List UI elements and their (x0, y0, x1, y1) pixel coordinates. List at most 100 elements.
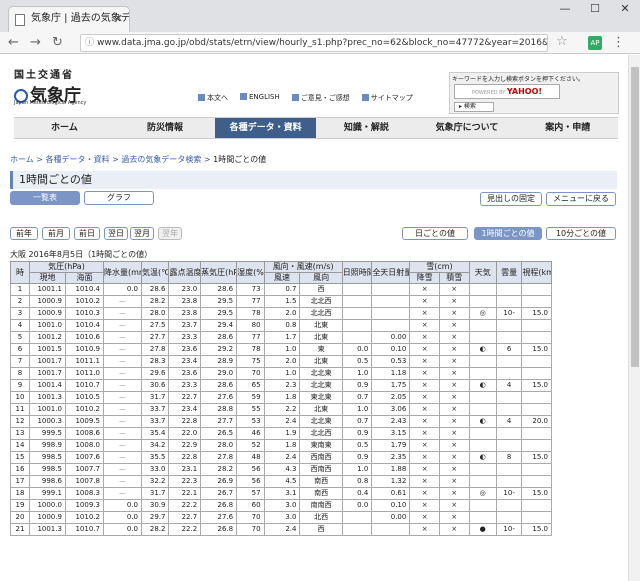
table-cell: × (409, 283, 440, 296)
search-input[interactable]: POWERED BY YAHOO! (454, 84, 560, 99)
table-cell: 15.0 (521, 487, 552, 500)
tab-close-icon[interactable]: ✕ (114, 7, 123, 31)
th-weather: 天気 (468, 261, 497, 284)
table-cell: 15.0 (521, 343, 552, 356)
crumb-home[interactable]: ホーム (10, 155, 34, 164)
table-cell: 77 (236, 295, 265, 308)
gnav-guide[interactable]: 案内・申請 (517, 118, 618, 138)
table-cell: 23.3 (168, 331, 202, 344)
table-cell (468, 295, 497, 308)
table-cell: × (409, 475, 440, 488)
table-cell (468, 403, 497, 416)
table-cell: 22.7 (168, 511, 202, 524)
table-cell: 78 (236, 307, 265, 320)
table-cell: 14 (9, 439, 31, 452)
fix-header-button[interactable]: 見出しの固定 (480, 192, 542, 206)
table-cell: 2.4 (263, 415, 301, 428)
th-visibility: 視程(km) (521, 261, 552, 284)
table-cell: 西南西 (299, 451, 343, 464)
table-row: 3 1000.9 1010.3—28.0 23.8 29.5 78 2.0 北北西 × × ◎ 10-… (9, 307, 552, 320)
table-cell: 2.0 (263, 355, 301, 368)
table-cell: ◐ (468, 343, 497, 356)
table-cell: × (409, 511, 440, 524)
forward-icon[interactable]: → (30, 35, 41, 50)
th-humid: 湿度(%) (236, 261, 265, 284)
hourly-values-button[interactable]: 1時間ごとの値 (474, 227, 542, 240)
link-feedback[interactable]: ご意見・ご感想 (291, 93, 350, 103)
tab-list[interactable]: 一覧表 (10, 191, 80, 205)
crumb-data[interactable]: 各種データ・資料 (46, 155, 110, 164)
link-sitemap[interactable]: サイトマップ (361, 93, 413, 103)
table-cell (521, 283, 552, 296)
url-input[interactable]: ⓘ www.data.jma.go.jp/obd/stats/etrn/view… (80, 34, 548, 52)
table-cell: 22.2 (168, 523, 202, 536)
minimize-icon[interactable]: — (550, 0, 580, 20)
close-window-icon[interactable]: ✕ (610, 0, 640, 20)
prev-year-button[interactable]: 前年 (10, 227, 38, 240)
table-cell: 0.0 (341, 499, 373, 512)
table-cell: 5 (9, 331, 31, 344)
table-cell: 北東 (299, 403, 343, 416)
tab-graph[interactable]: グラフ (84, 191, 154, 205)
table-cell: 0.53 (371, 355, 411, 368)
maximize-icon[interactable]: ☐ (580, 0, 610, 20)
gnav-home[interactable]: ホーム (14, 118, 115, 138)
table-cell: — (102, 343, 143, 356)
browser-menu-icon[interactable]: ⋮ (612, 35, 625, 50)
next-day-button[interactable]: 翌日 (104, 227, 128, 240)
table-cell: 1009.5 (64, 415, 104, 428)
prev-day-button[interactable]: 前日 (74, 227, 100, 240)
table-cell: 29.2 (200, 343, 238, 356)
table-cell: 70 (236, 523, 265, 536)
reload-icon[interactable]: ↻ (52, 35, 63, 50)
back-to-menu-button[interactable]: メニューに戻る (546, 192, 616, 206)
prev-month-button[interactable]: 前月 (42, 227, 70, 240)
table-cell: 23.8 (168, 307, 202, 320)
table-row: 11 1001.0 1010.2—33.7 23.4 28.8 55 2.2 北東 1.0 3.0… (9, 403, 552, 416)
table-row: 15 998.5 1007.6—35.5 22.8 27.8 48 2.4 西南西 0.9 2.3… (9, 451, 552, 464)
gnav-data[interactable]: 各種データ・資料 (215, 118, 317, 138)
table-cell: — (102, 391, 143, 404)
table-cell: 2.0 (263, 307, 301, 320)
table-cell: 1010.2 (64, 403, 104, 416)
bookmark-star-icon[interactable]: ☆ (556, 34, 568, 49)
table-cell: 1010.7 (64, 379, 104, 392)
gnav-disaster[interactable]: 防災情報 (115, 118, 216, 138)
table-cell: 22.8 (168, 451, 202, 464)
gnav-knowledge[interactable]: 知識・解説 (316, 118, 417, 138)
next-month-button[interactable]: 翌月 (130, 227, 154, 240)
gnav-about[interactable]: 気象庁について (417, 118, 518, 138)
crumb-search[interactable]: 過去の気象データ検索 (121, 155, 201, 164)
link-english[interactable]: ENGLISH (240, 93, 280, 103)
extension-icon[interactable]: AP (588, 36, 602, 50)
table-cell: 33.0 (140, 463, 170, 476)
link-main[interactable]: 本文へ (198, 93, 228, 103)
page-scrollbar[interactable] (628, 55, 640, 581)
table-cell: 10- (495, 523, 523, 536)
table-cell: 28.6 (200, 331, 238, 344)
table-cell (371, 307, 411, 320)
tenmin-values-button[interactable]: 10分ごとの値 (546, 227, 616, 240)
scrollbar-thumb[interactable] (631, 67, 639, 367)
table-cell (468, 475, 497, 488)
table-cell (468, 331, 497, 344)
table-cell: 20.0 (521, 415, 552, 428)
th-radiation: 全天日射量(MJ/m²) (371, 261, 411, 284)
table-cell: 1.8 (263, 391, 301, 404)
table-cell: 29.4 (200, 319, 238, 332)
table-cell: × (438, 439, 470, 452)
table-cell: 32.2 (140, 475, 170, 488)
table-cell: 18 (9, 487, 31, 500)
back-icon[interactable]: ← (8, 35, 19, 50)
table-cell (495, 319, 523, 332)
table-cell: 1 (9, 283, 31, 296)
search-button[interactable]: ▸ 検索 (454, 102, 494, 112)
info-icon[interactable]: ⓘ (85, 35, 94, 51)
browser-tab[interactable]: 気象庁 | 過去の気象デー ✕ (8, 6, 130, 32)
table-row: 19 1000.0 1009.3 0.0 30.9 22.2 26.8 60 3.0 南南西 0.0… (9, 499, 552, 512)
table-cell: 4.5 (263, 475, 301, 488)
daily-values-button[interactable]: 日ごとの値 (402, 227, 468, 240)
table-cell (521, 403, 552, 416)
table-cell: 23.7 (168, 319, 202, 332)
mlit-logo[interactable]: 国土交通省 (14, 66, 74, 81)
